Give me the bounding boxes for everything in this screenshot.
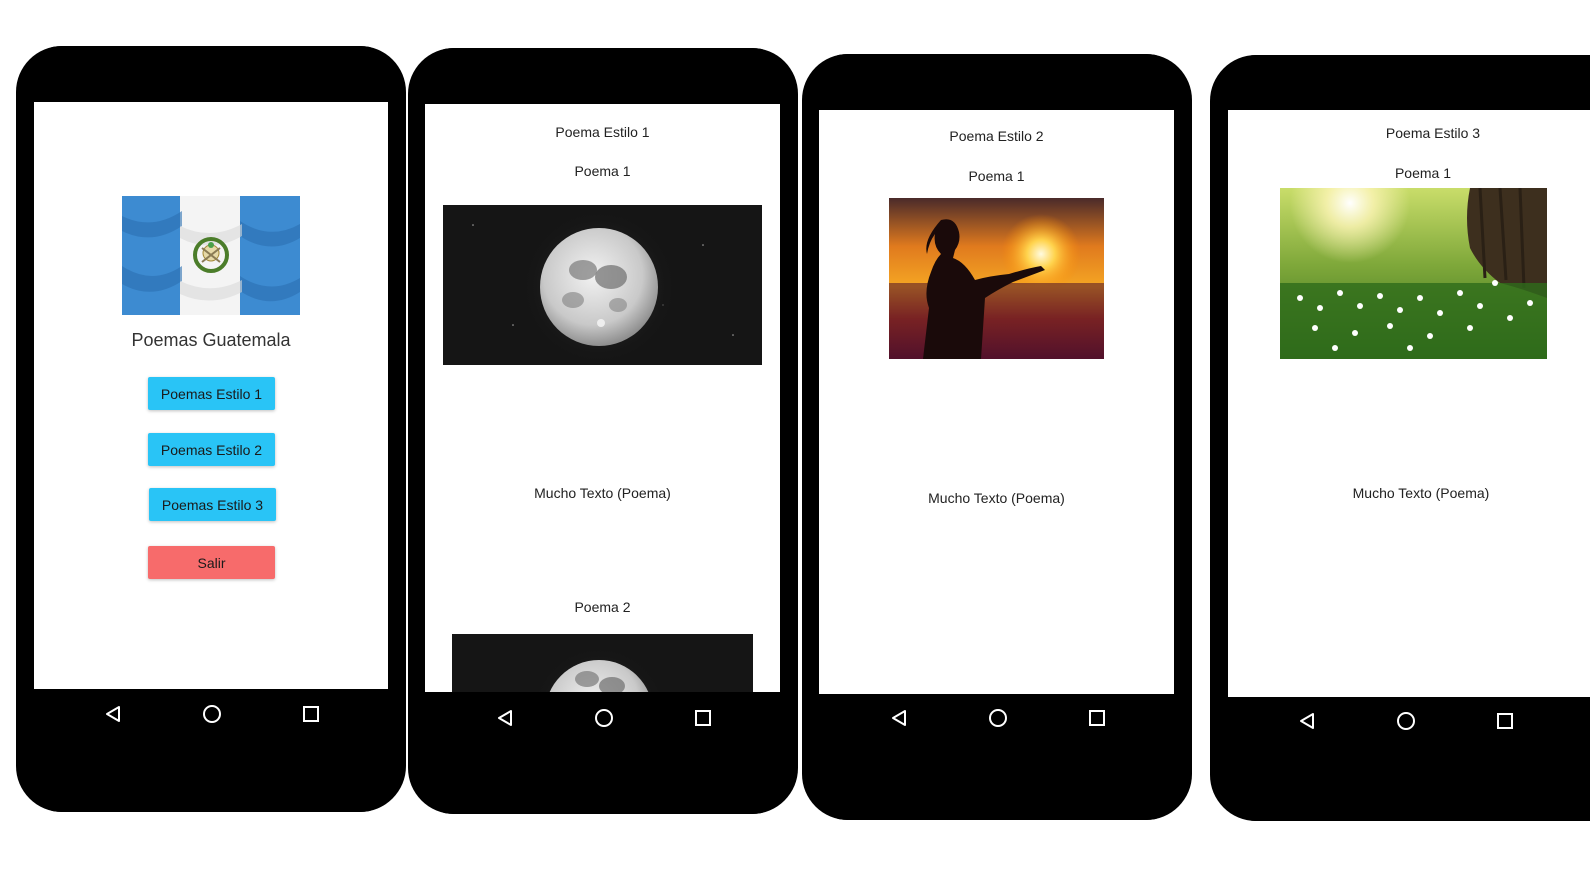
salir-button[interactable]: Salir xyxy=(148,546,275,579)
screen-home: Poemas Guatemala Poemas Estilo 1 Poemas … xyxy=(34,102,388,689)
poem-1-title: Poema 1 xyxy=(968,168,1025,184)
nav-bar xyxy=(1296,710,1516,732)
back-triangle-icon[interactable] xyxy=(1296,710,1318,732)
sunlit-meadow-tree-image xyxy=(1280,188,1547,359)
full-moon-image xyxy=(443,205,762,365)
poem-1-text: Mucho Texto (Poema) xyxy=(1352,485,1490,501)
nav-bar xyxy=(494,707,714,729)
nav-bar xyxy=(102,703,322,725)
poemas-estilo-3-button[interactable]: Poemas Estilo 3 xyxy=(149,488,276,521)
phone-home: Poemas Guatemala Poemas Estilo 1 Poemas … xyxy=(16,46,406,812)
poem-1-text: Mucho Texto (Poema) xyxy=(928,490,1065,506)
home-circle-icon[interactable] xyxy=(987,707,1009,729)
back-triangle-icon[interactable] xyxy=(102,703,124,725)
recents-square-icon[interactable] xyxy=(300,703,322,725)
back-triangle-icon[interactable] xyxy=(888,707,910,729)
nav-bar xyxy=(888,707,1108,729)
guatemala-flag-image xyxy=(122,196,300,315)
screen-header: Poema Estilo 1 xyxy=(555,124,650,140)
home-circle-icon[interactable] xyxy=(1395,710,1417,732)
poemas-estilo-2-button[interactable]: Poemas Estilo 2 xyxy=(148,433,275,466)
screen-header: Poema Estilo 2 xyxy=(949,128,1044,144)
screen-header: Poema Estilo 3 xyxy=(1385,125,1481,141)
woman-silhouette-sunset-image xyxy=(889,198,1104,359)
home-circle-icon[interactable] xyxy=(593,707,615,729)
phone-estilo-3: Poema Estilo 3 Poema 1 Mucho Texto (Poem… xyxy=(1210,55,1590,821)
recents-square-icon[interactable] xyxy=(1494,710,1516,732)
poem-2-title: Poema 2 xyxy=(574,599,631,615)
app-title: Poemas Guatemala xyxy=(131,330,291,350)
poem-1-title: Poema 1 xyxy=(574,163,631,179)
screen-estilo-2: Poema Estilo 2 Poema 1 Mucho Texto (Poem… xyxy=(819,110,1174,694)
poem-1-title: Poema 1 xyxy=(1394,165,1452,181)
full-moon-image-2 xyxy=(452,634,753,692)
back-triangle-icon[interactable] xyxy=(494,707,516,729)
home-circle-icon[interactable] xyxy=(201,703,223,725)
poem-1-text: Mucho Texto (Poema) xyxy=(534,485,671,501)
recents-square-icon[interactable] xyxy=(1086,707,1108,729)
poemas-estilo-1-button[interactable]: Poemas Estilo 1 xyxy=(148,377,275,410)
screen-estilo-3: Poema Estilo 3 Poema 1 Mucho Texto (Poem… xyxy=(1228,110,1590,697)
recents-square-icon[interactable] xyxy=(692,707,714,729)
phone-estilo-2: Poema Estilo 2 Poema 1 Mucho Texto (Poem… xyxy=(802,54,1192,820)
phone-estilo-1: Poema Estilo 1 Poema 1 Mucho Texto (Poem… xyxy=(408,48,798,814)
screen-estilo-1: Poema Estilo 1 Poema 1 Mucho Texto (Poem… xyxy=(425,104,780,692)
